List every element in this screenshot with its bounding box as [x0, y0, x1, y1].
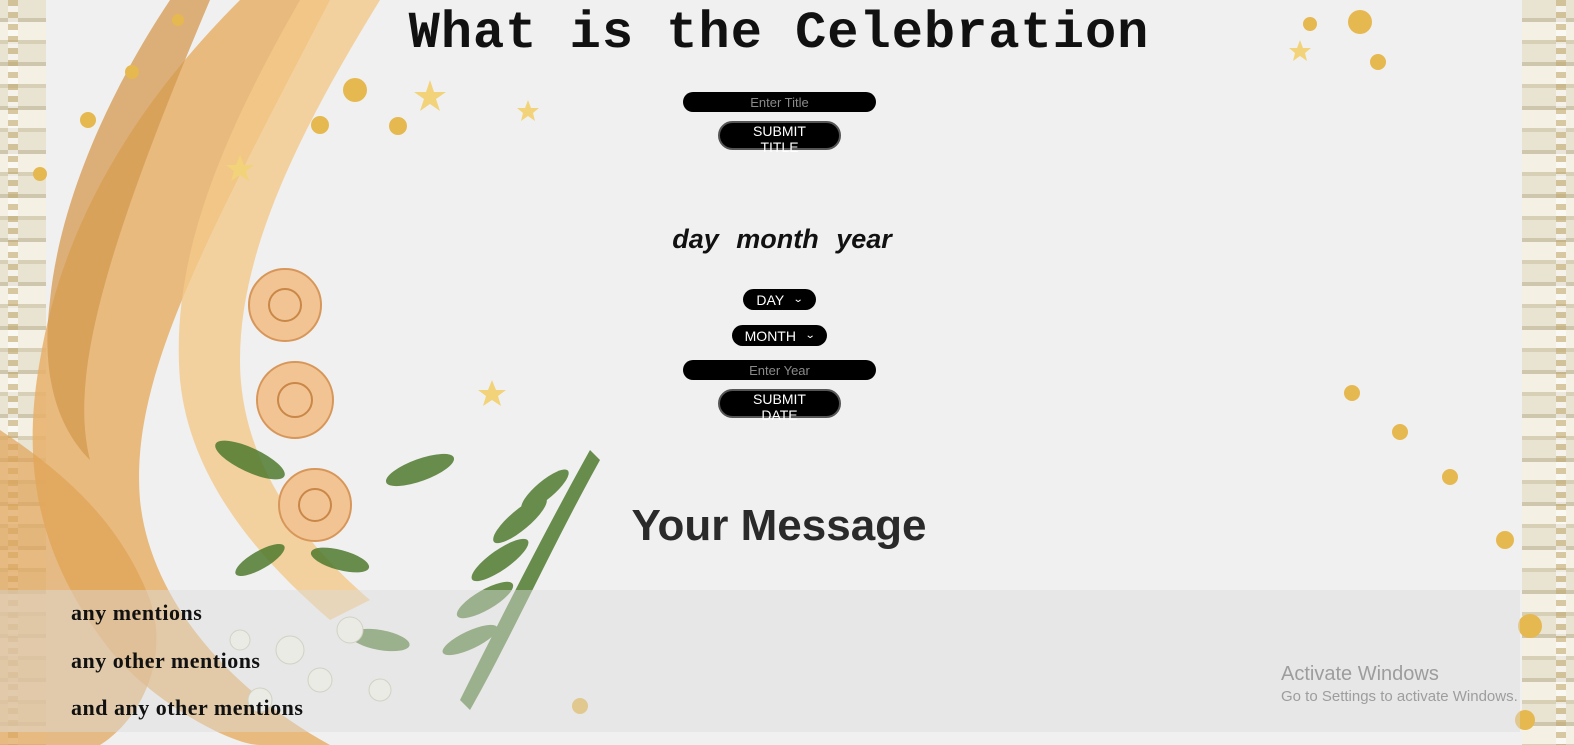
date-heading: day month year — [672, 224, 892, 254]
submit-title-button[interactable]: SUBMIT TITLE — [718, 121, 841, 155]
watermark-subtitle: Go to Settings to activate Windows. — [1281, 688, 1518, 705]
message-heading: Your Message — [631, 501, 927, 550]
day-select-value: DAY — [756, 291, 785, 308]
page-title: What is the Celebration — [408, 4, 1150, 63]
chevron-down-icon: ⌄ — [804, 330, 816, 341]
month-select-value: MONTH — [744, 327, 796, 344]
mention-line: any mentions — [71, 600, 203, 625]
mention-line: any other mentions — [71, 648, 261, 673]
activate-windows-watermark: Activate Windows Go to Settings to activ… — [1281, 663, 1518, 705]
year-input[interactable] — [683, 360, 876, 380]
chevron-down-icon: ⌄ — [792, 294, 804, 305]
month-select[interactable]: MONTH ⌄ — [732, 325, 827, 346]
watermark-title: Activate Windows — [1281, 663, 1439, 685]
mention-line: and any other mentions — [71, 695, 304, 720]
title-input[interactable] — [683, 92, 876, 112]
day-select[interactable]: DAY ⌄ — [743, 289, 816, 310]
submit-date-button[interactable]: SUBMIT DATE — [718, 389, 841, 423]
